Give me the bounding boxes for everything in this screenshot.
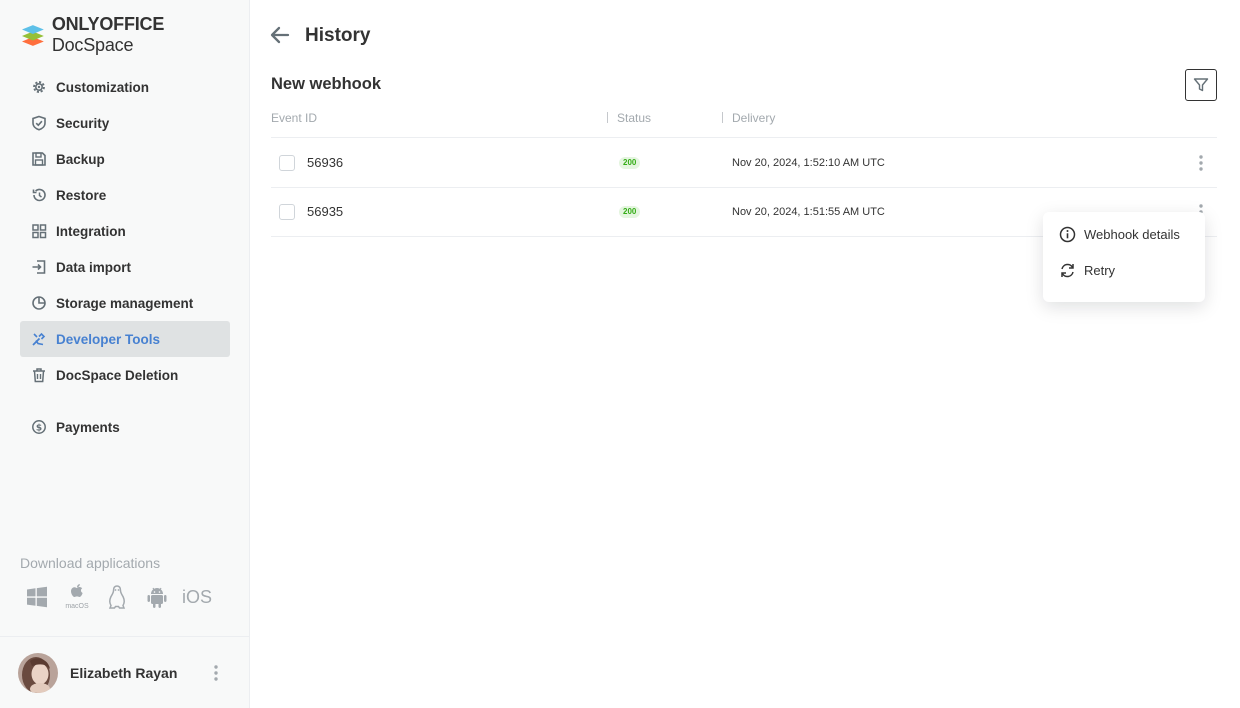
nav-item-integration[interactable]: Integration (20, 213, 230, 249)
delivery-time: Nov 20, 2024, 1:51:55 AM UTC (732, 206, 885, 218)
sidebar: ONLYOFFICE DocSpace Customization Securi… (0, 0, 250, 708)
row-context-menu: Webhook details Retry (1043, 212, 1205, 302)
pie-icon (30, 294, 48, 312)
menu-item-label: Retry (1084, 262, 1116, 278)
column-resizer[interactable] (607, 112, 608, 123)
user-profile: Elizabeth Rayan (0, 636, 250, 708)
logo-text-bold: ONLYOFFICE (51, 14, 165, 34)
column-header-status[interactable]: Status (617, 111, 651, 125)
nav-item-label: Storage management (56, 295, 194, 311)
table-header: Event ID Status Delivery (271, 108, 1217, 138)
menu-item-retry[interactable]: Retry (1043, 252, 1205, 288)
nav-item-label: Developer Tools (56, 331, 161, 347)
windows-app-link[interactable] (22, 582, 52, 612)
windows-icon (27, 586, 47, 608)
table-row[interactable]: 56936 200 Nov 20, 2024, 1:52:10 AM UTC (271, 139, 1217, 188)
android-app-link[interactable] (142, 582, 172, 612)
svg-text:$: $ (36, 423, 42, 433)
download-applications-title: Download applications (20, 555, 161, 571)
nav-item-restore[interactable]: Restore (20, 177, 230, 213)
row-menu-button[interactable] (1191, 151, 1211, 175)
nav-item-label: Payments (56, 419, 120, 435)
user-name: Elizabeth Rayan (70, 664, 178, 681)
logo-mark-icon (21, 25, 44, 46)
menu-item-label: Webhook details (1084, 226, 1180, 242)
apple-icon (71, 584, 83, 597)
floppy-icon (30, 150, 48, 168)
dollar-icon: $ (30, 418, 48, 436)
import-icon (30, 258, 48, 276)
settings-nav: Customization Security Backup Restore In… (20, 69, 230, 445)
event-id: 56935 (307, 204, 344, 219)
page-title: History (305, 25, 371, 46)
logo-text: ONLYOFFICE DocSpace (52, 14, 249, 56)
nav-item-label: DocSpace Deletion (56, 367, 179, 383)
vertical-dots-icon (214, 664, 218, 681)
macos-label: macOS (65, 603, 89, 610)
nav-divider (20, 393, 230, 409)
nav-item-label: Integration (56, 223, 126, 239)
main-content: History New webhook Event ID Status Deli… (251, 0, 1240, 708)
logo[interactable]: ONLYOFFICE DocSpace (20, 14, 249, 55)
column-resizer[interactable] (722, 112, 723, 123)
nav-item-label: Data import (56, 259, 132, 275)
info-icon (1058, 225, 1076, 243)
logo-text-regular: DocSpace (51, 35, 134, 55)
restore-icon (30, 186, 48, 204)
ios-icon: iOS (182, 586, 213, 607)
back-button[interactable] (269, 24, 291, 46)
nav-item-backup[interactable]: Backup (20, 141, 230, 177)
event-id: 56936 (307, 155, 344, 170)
android-icon (147, 587, 167, 608)
ios-app-link[interactable]: iOS (182, 582, 212, 612)
filter-icon (1193, 78, 1209, 92)
nav-item-developer-tools[interactable]: Developer Tools (20, 321, 230, 357)
vertical-dots-icon (1199, 155, 1203, 171)
filter-button[interactable] (1185, 69, 1217, 101)
column-header-delivery[interactable]: Delivery (732, 111, 775, 125)
tools-icon (30, 330, 48, 348)
row-checkbox[interactable] (279, 204, 295, 220)
nav-item-label: Restore (56, 187, 107, 203)
retry-icon (1058, 261, 1076, 279)
webhook-name: New webhook (271, 75, 382, 93)
linux-app-link[interactable] (102, 582, 132, 612)
grid-icon (30, 222, 48, 240)
nav-item-security[interactable]: Security (20, 105, 230, 141)
trash-icon (30, 366, 48, 384)
nav-item-docspace-deletion[interactable]: DocSpace Deletion (20, 357, 230, 393)
download-apps: macOS iOS (22, 582, 222, 612)
nav-item-storage-management[interactable]: Storage management (20, 285, 230, 321)
nav-item-payments[interactable]: $ Payments (20, 409, 230, 445)
column-header-event-id[interactable]: Event ID (271, 111, 317, 125)
gear-icon (30, 78, 48, 96)
nav-item-data-import[interactable]: Data import (20, 249, 230, 285)
status-badge: 200 (619, 157, 641, 169)
nav-item-label: Security (56, 115, 110, 131)
delivery-time: Nov 20, 2024, 1:52:10 AM UTC (732, 157, 885, 169)
avatar[interactable] (18, 652, 58, 693)
nav-item-label: Customization (56, 79, 149, 95)
arrow-left-icon (270, 26, 290, 44)
row-checkbox[interactable] (279, 155, 295, 171)
linux-icon (108, 585, 126, 609)
shield-icon (30, 114, 48, 132)
user-menu-button[interactable] (204, 661, 228, 685)
menu-item-webhook-details[interactable]: Webhook details (1043, 216, 1205, 252)
macos-app-link[interactable]: macOS (62, 582, 92, 612)
nav-item-label: Backup (56, 151, 105, 167)
nav-item-customization[interactable]: Customization (20, 69, 230, 105)
status-badge: 200 (619, 206, 641, 218)
